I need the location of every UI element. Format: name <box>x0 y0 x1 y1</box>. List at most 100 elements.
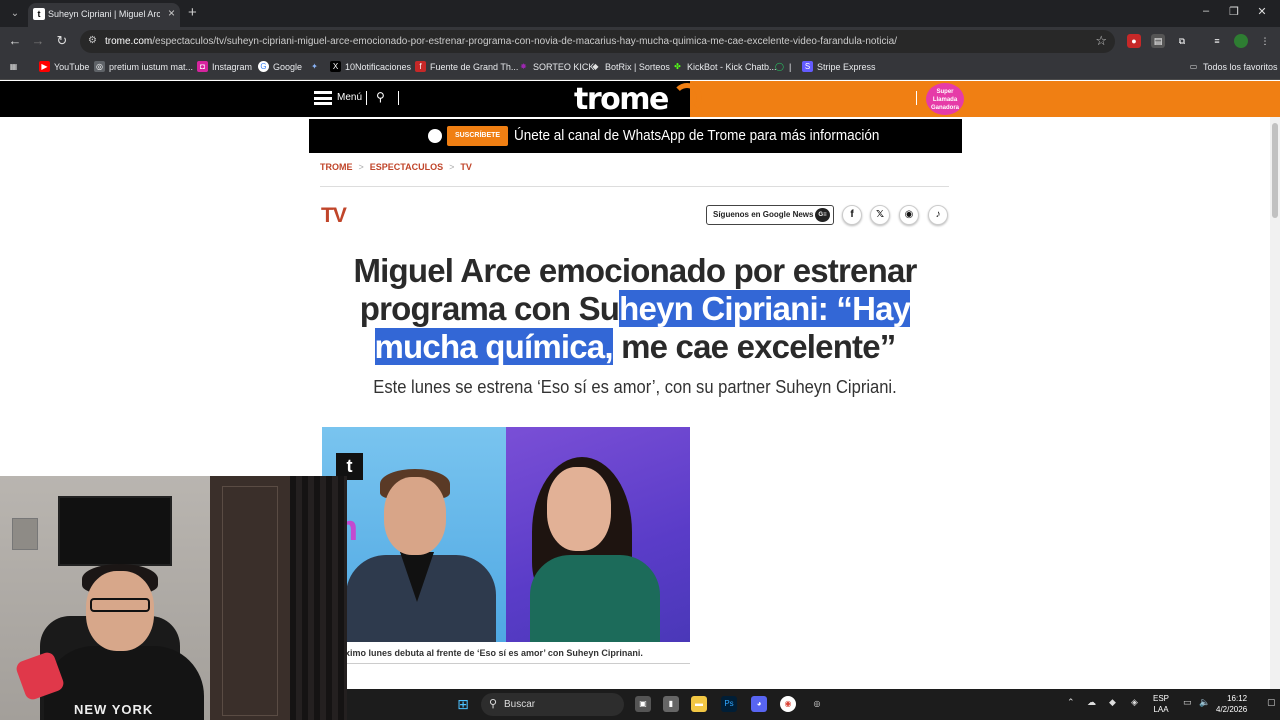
volume-icon[interactable]: 🔈 <box>1199 697 1210 708</box>
whatsapp-banner[interactable]: SUSCRÍBETE Únete al canal de WhatsApp de… <box>309 119 962 153</box>
task-view-icon[interactable]: ▣ <box>635 696 651 712</box>
bookmark-whatsapp[interactable]: ◯ | <box>774 61 791 72</box>
tab-search-icon[interactable]: ⌄ <box>6 5 24 23</box>
new-tab-button[interactable]: + <box>188 4 197 21</box>
tray-app-icon[interactable]: ◈ <box>1131 697 1138 708</box>
article-photo[interactable]: m t <box>322 427 690 642</box>
file-explorer-icon[interactable]: ▬ <box>691 696 707 712</box>
windows-start-icon[interactable]: ⊞ <box>455 696 471 712</box>
close-window-icon[interactable]: ✕ <box>1252 5 1272 18</box>
extension-icon[interactable]: ● <box>1127 34 1141 48</box>
bookmark-pretium[interactable]: ◎ pretium iustum mat... <box>94 61 193 72</box>
article-headline: Miguel Arce emocionado por estrenar prog… <box>353 252 917 365</box>
bookmark-fuente[interactable]: f Fuente de Grand Th... <box>415 61 518 72</box>
x-icon: X <box>330 61 341 72</box>
kick-icon: ✸ <box>520 62 527 71</box>
scrollbar-thumb[interactable] <box>1272 123 1278 218</box>
bookmark-puzzle[interactable]: ✦ <box>309 61 320 72</box>
kickbot-icon: ✤ <box>674 62 681 71</box>
browser-tab[interactable]: t Suheyn Cipriani | Miguel Arce e × <box>28 3 180 27</box>
tray-app-icon[interactable]: ◆ <box>1109 697 1116 708</box>
bookmark-10notificaciones[interactable]: X 10Notificaciones <box>330 61 411 72</box>
logo-arc-icon <box>672 83 702 113</box>
google-icon: G <box>258 61 269 72</box>
tiktok-icon[interactable]: ♪ <box>928 205 948 225</box>
google-news-label: Síguenos en Google News <box>713 210 814 219</box>
bookmark-sorteo-kick[interactable]: ✸ SORTEO KICK <box>518 61 594 72</box>
taskbar-search-label: Buscar <box>504 699 536 710</box>
chrome-icon[interactable]: ◉ <box>780 696 796 712</box>
bookmark-google[interactable]: G Google <box>258 61 302 72</box>
more-menu-icon[interactable]: ⋮ <box>1258 34 1272 48</box>
tab-title: Suheyn Cipriani | Miguel Arce e <box>48 9 160 19</box>
taskbar-search[interactable]: ⚲ Buscar <box>481 693 624 716</box>
whatsapp-banner-text: Únete al canal de WhatsApp de Trome para… <box>514 127 880 144</box>
folder-icon: ▭ <box>1189 62 1198 71</box>
header-divider <box>916 91 917 105</box>
bookmark-star-icon[interactable]: ☆ <box>1095 33 1107 49</box>
back-icon[interactable]: ← <box>7 33 23 48</box>
divider <box>320 186 949 187</box>
hamburger-menu-icon[interactable] <box>314 91 332 105</box>
url-text[interactable]: trome.com/espectaculos/tv/suheyn-ciprian… <box>105 36 897 47</box>
search-icon[interactable]: ⚲ <box>376 90 385 104</box>
language-indicator[interactable]: ESP LAA <box>1153 693 1169 715</box>
reload-icon[interactable]: ↻ <box>54 33 70 49</box>
man-head <box>384 477 446 555</box>
bookmark-instagram[interactable]: ◘ Instagram <box>197 61 252 72</box>
bookmark-youtube[interactable]: ▶ YouTube <box>39 61 89 72</box>
restore-icon[interactable]: ❐ <box>1224 5 1244 18</box>
botrix-icon: ◆ <box>592 62 599 71</box>
breadcrumb-trome[interactable]: TROME <box>320 162 353 172</box>
cloud-icon[interactable]: ☁ <box>1087 697 1096 708</box>
extension-icon[interactable]: ▤ <box>1151 34 1165 48</box>
show-hidden-icons[interactable]: ⌃ <box>1067 697 1075 708</box>
network-icon[interactable]: ▭ <box>1183 697 1192 708</box>
forward-icon[interactable]: → <box>30 33 46 48</box>
toggle-icon <box>428 129 442 143</box>
globe-icon: ◎ <box>94 61 105 72</box>
apps-icon[interactable]: ▦ <box>8 61 19 72</box>
all-favorites-folder[interactable]: ▭ Todos los favoritos <box>1188 61 1278 72</box>
bookmarks-bar: ▦ ▶ YouTube ◎ pretium iustum mat... ◘ Insta… <box>0 56 1280 80</box>
google-news-button[interactable]: Síguenos en Google News G≡ <box>706 205 834 225</box>
facebook-icon[interactable]: f <box>842 205 862 225</box>
breadcrumb-tv[interactable]: TV <box>460 162 472 172</box>
wall-poster <box>12 518 38 550</box>
site-info-icon[interactable]: ⚙ <box>88 35 97 46</box>
promo-badge[interactable]: Super Llamada Ganadora <box>926 83 964 115</box>
whatsapp-icon[interactable]: ◉ <box>899 205 919 225</box>
instagram-icon: ◘ <box>197 61 208 72</box>
bookmark-stripe[interactable]: S Stripe Express <box>802 61 876 72</box>
trome-favicon-icon: t <box>33 8 45 20</box>
bookmark-kickbot[interactable]: ✤ KickBot - Kick Chatb... <box>672 61 776 72</box>
trome-logo[interactable]: trome <box>574 82 669 117</box>
profile-avatar[interactable] <box>1234 34 1248 48</box>
section-label[interactable]: TV <box>321 204 347 228</box>
reading-list-icon[interactable]: ≡ <box>1210 34 1224 48</box>
close-tab-icon[interactable]: × <box>168 6 175 20</box>
discord-icon[interactable]: ◕ <box>751 696 767 712</box>
breadcrumb-espectaculos[interactable]: ESPECTACULOS <box>370 162 443 172</box>
woman-head <box>547 467 611 551</box>
x-icon[interactable]: 𝕏 <box>870 205 890 225</box>
google-news-icon: G≡ <box>815 208 830 222</box>
youtube-icon: ▶ <box>39 61 50 72</box>
wall-tv <box>58 496 172 566</box>
puzzle-icon: ✦ <box>311 62 318 71</box>
subscribe-button[interactable]: SUSCRÍBETE <box>447 126 508 146</box>
minimize-icon[interactable]: – <box>1196 5 1216 17</box>
app-icon[interactable]: ▮ <box>663 696 679 712</box>
breadcrumb-separator: > <box>449 162 455 172</box>
windows-taskbar: ⊞ ⚲ Buscar ▣ ▮ ▬ Ps ◕ ◉ ◎ ⌃ ☁ ◆ ◈ ESP LAA… <box>347 689 1280 720</box>
page-scrollbar[interactable] <box>1270 117 1280 689</box>
extensions-puzzle-icon[interactable]: ⧉ <box>1175 34 1189 48</box>
menu-label[interactable]: Menú <box>337 92 362 103</box>
address-bar[interactable]: ⚙ trome.com/espectaculos/tv/suheyn-cipri… <box>80 30 1115 53</box>
header-divider <box>398 91 399 105</box>
photoshop-icon[interactable]: Ps <box>721 696 737 712</box>
notifications-icon[interactable]: ▢ <box>1267 697 1276 708</box>
app-icon[interactable]: ◎ <box>809 696 825 712</box>
bookmark-botrix[interactable]: ◆ BotRix | Sorteos <box>590 61 669 72</box>
taskbar-clock[interactable]: 16:12 4/2/2026 <box>1216 693 1247 715</box>
